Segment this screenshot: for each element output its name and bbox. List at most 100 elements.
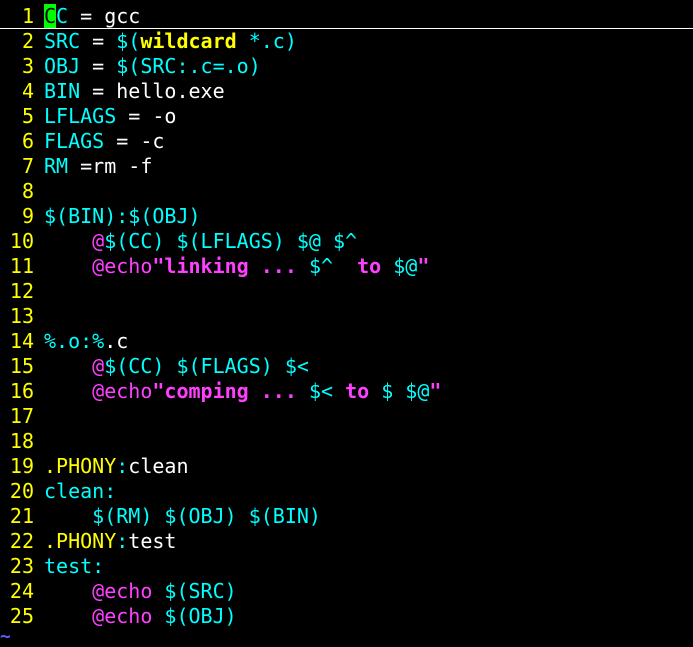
code-token: $(SRC)	[152, 579, 237, 603]
code-line[interactable]: 1 CC = gcc	[0, 4, 693, 29]
line-content: @echo"linking ... $^ to $@"	[44, 254, 429, 278]
code-token: :	[116, 529, 129, 553]
code-line[interactable]: 4 BIN = hello.exe	[0, 79, 693, 104]
code-line[interactable]: 17	[0, 404, 693, 429]
vim-editor[interactable]: 1 CC = gcc 2 SRC = $(wildcard *.c) 3 OBJ = $(…	[0, 4, 693, 637]
end-of-buffer-tilde: ~	[0, 626, 11, 647]
line-number: 14	[9, 329, 34, 353]
line-number: 5	[21, 104, 34, 128]
line-number: 23	[9, 554, 34, 578]
line-number: 8	[21, 179, 34, 203]
line-number: 22	[9, 529, 34, 553]
code-token: @echo	[92, 379, 153, 403]
line-content: test:	[44, 554, 104, 578]
code-token: .PHONY	[44, 454, 117, 478]
code-token: *.c)	[236, 29, 297, 53]
code-line[interactable]: 6 FLAGS = -c	[0, 129, 693, 154]
code-token: "linking ...	[152, 254, 309, 278]
code-line[interactable]: 20 clean:	[0, 479, 693, 504]
code-line[interactable]: 15 @$(CC) $(FLAGS) $<	[0, 354, 693, 379]
code-line[interactable]: 5 LFLAGS = -o	[0, 104, 693, 129]
code-token: OBJ	[44, 54, 81, 78]
code-line[interactable]: 16 @echo"comping ... $< to $ $@"	[0, 379, 693, 404]
code-line[interactable]: 19 .PHONY:clean	[0, 454, 693, 479]
code-token: = gcc	[68, 4, 141, 28]
code-token: $(OBJ)	[152, 604, 237, 628]
code-line[interactable]: 21 $(RM) $(OBJ) $(BIN)	[0, 504, 693, 529]
code-token: test:	[44, 554, 105, 578]
code-token: $<	[308, 379, 334, 403]
code-line[interactable]: 8	[0, 179, 693, 204]
line-content: CC = gcc	[44, 4, 140, 28]
line-number: 3	[21, 54, 34, 78]
code-token: = hello.exe	[80, 79, 225, 103]
code-line[interactable]: 22 .PHONY:test	[0, 529, 693, 554]
line-number: 12	[9, 279, 34, 303]
code-token: = -c	[104, 129, 165, 153]
line-number: 16	[9, 379, 34, 403]
line-content: $(RM) $(OBJ) $(BIN)	[44, 504, 321, 528]
line-number: 10	[9, 229, 34, 253]
code-token: @echo	[92, 579, 153, 603]
line-content: SRC = $(wildcard *.c)	[44, 29, 297, 53]
text-cursor: C	[44, 4, 57, 28]
code-line[interactable]: 3 OBJ = $(SRC:.c=.o)	[0, 54, 693, 79]
code-token: "comping ...	[152, 379, 309, 403]
code-line[interactable]: 23 test:	[0, 554, 693, 579]
code-line[interactable]: 10 @$(CC) $(LFLAGS) $@ $^	[0, 229, 693, 254]
code-token: $@	[393, 254, 418, 278]
code-line[interactable]: 14 %.o:%.c	[0, 329, 693, 354]
line-number: 4	[21, 79, 34, 103]
code-token: $(BIN):$(OBJ)	[44, 204, 201, 228]
line-content: RM =rm -f	[44, 154, 152, 178]
line-number: 21	[9, 504, 34, 528]
line-content: OBJ = $(SRC:.c=.o)	[44, 54, 261, 78]
code-token: clean	[128, 454, 189, 478]
line-content: @$(CC) $(LFLAGS) $@ $^	[44, 229, 357, 253]
code-line[interactable]: 25 @echo $(OBJ)	[0, 604, 693, 629]
code-token: FLAGS	[44, 129, 105, 153]
code-token: @	[92, 354, 105, 378]
code-line[interactable]: 13	[0, 304, 693, 329]
code-line[interactable]: 11 @echo"linking ... $^ to $@"	[0, 254, 693, 279]
line-content: $(BIN):$(OBJ)	[44, 204, 201, 228]
code-token: = -o	[116, 104, 177, 128]
code-token: "	[417, 254, 430, 278]
code-token: test	[128, 529, 177, 553]
code-line[interactable]: 12	[0, 279, 693, 304]
code-token: C	[56, 4, 69, 28]
line-number: 1	[21, 4, 34, 28]
code-line[interactable]: 18	[0, 429, 693, 454]
line-number: 2	[21, 29, 34, 53]
code-token: $ $@	[381, 379, 430, 403]
code-token: BIN	[44, 79, 81, 103]
code-token: clean:	[44, 479, 117, 503]
code-line[interactable]: 24 @echo $(SRC)	[0, 579, 693, 604]
line-content: @echo"comping ... $< to $ $@"	[44, 379, 441, 403]
line-number: 9	[21, 204, 34, 228]
line-content: .PHONY:test	[44, 529, 176, 553]
line-content: LFLAGS = -o	[44, 104, 176, 128]
code-token: .c	[104, 329, 129, 353]
line-number: 15	[9, 354, 34, 378]
line-number: 11	[9, 254, 34, 278]
code-token: $(	[116, 29, 141, 53]
code-token: @echo	[92, 254, 153, 278]
code-line[interactable]: 7 RM =rm -f	[0, 154, 693, 179]
code-token: RM	[44, 154, 69, 178]
line-content: .PHONY:clean	[44, 454, 189, 478]
line-content: @echo $(OBJ)	[44, 604, 237, 628]
code-token: to	[333, 379, 382, 403]
code-token: @echo	[92, 604, 153, 628]
code-token: $(CC) $(LFLAGS) $@ $^	[104, 229, 358, 253]
line-content: %.o:%.c	[44, 329, 128, 353]
code-line[interactable]: 9 $(BIN):$(OBJ)	[0, 204, 693, 229]
code-token: @	[92, 229, 105, 253]
code-line[interactable]: 2 SRC = $(wildcard *.c)	[0, 29, 693, 54]
